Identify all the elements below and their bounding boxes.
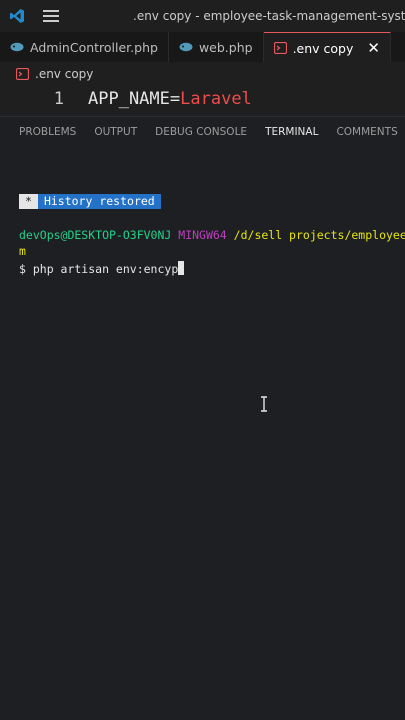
tab-terminal[interactable]: TERMINAL [256,126,327,138]
tab-problems[interactable]: PROBLEMS [0,126,85,138]
env-equals: = [169,89,181,109]
php-elephant-icon [10,42,24,52]
tab-label: .env copy [292,40,354,56]
tab-env-copy[interactable]: .env copy ✕ [263,32,391,63]
text-cursor [178,261,185,275]
env-file-icon [273,42,287,54]
breadcrumb-file[interactable]: .env copy [35,67,93,81]
prompt-path-wrap: m [19,244,26,258]
close-icon[interactable]: ✕ [367,39,380,57]
command-text: $ php artisan env:encyp [19,262,179,276]
tab-comments[interactable]: COMMENTS [327,126,405,138]
history-message: History restored [37,194,161,209]
window-title: .env copy - employee-task-management-sys… [133,9,405,23]
tab-web-php[interactable]: web.php [169,32,264,62]
php-elephant-icon [179,42,193,52]
line-number: 1 [53,89,64,109]
mouse-ibeam-cursor-icon [261,396,267,412]
tab-label: AdminController.php [30,39,158,55]
vscode-logo-icon[interactable] [9,8,25,24]
tab-admincontroller[interactable]: AdminController.php [0,32,169,62]
env-file-icon [16,68,29,80]
command-line[interactable]: $ php artisan env:encyp [19,261,185,276]
env-key: APP_NAME [88,89,170,109]
history-restored-badge: * History restored [19,194,161,209]
title-bar: .env copy - employee-task-management-sys… [0,0,405,32]
env-value: Laravel [180,89,252,109]
prompt-env: MINGW64 [178,228,227,242]
history-star: * [19,194,38,209]
prompt-user: devOps@DESKTOP-O3FV0NJ [19,228,172,242]
menu-icon[interactable] [43,10,59,22]
terminal-panel[interactable]: * History restored devOps@DESKTOP-O3FV0N… [0,146,405,720]
prompt-path: /d/sell projects/employee- [233,228,405,242]
breadcrumb: .env copy [0,62,405,86]
panel-tab-bar: PROBLEMS OUTPUT DEBUG CONSOLE TERMINAL C… [0,116,405,147]
terminal-prompt: devOps@DESKTOP-O3FV0NJ MINGW64 /d/sell p… [19,228,405,242]
code-editor[interactable]: 1 APP_NAME = Laravel [0,86,405,112]
tab-output[interactable]: OUTPUT [85,126,146,138]
editor-tab-bar: AdminController.php web.php .env copy ✕ [0,32,405,63]
tab-label: web.php [198,39,253,55]
tab-debug-console[interactable]: DEBUG CONSOLE [146,126,256,138]
